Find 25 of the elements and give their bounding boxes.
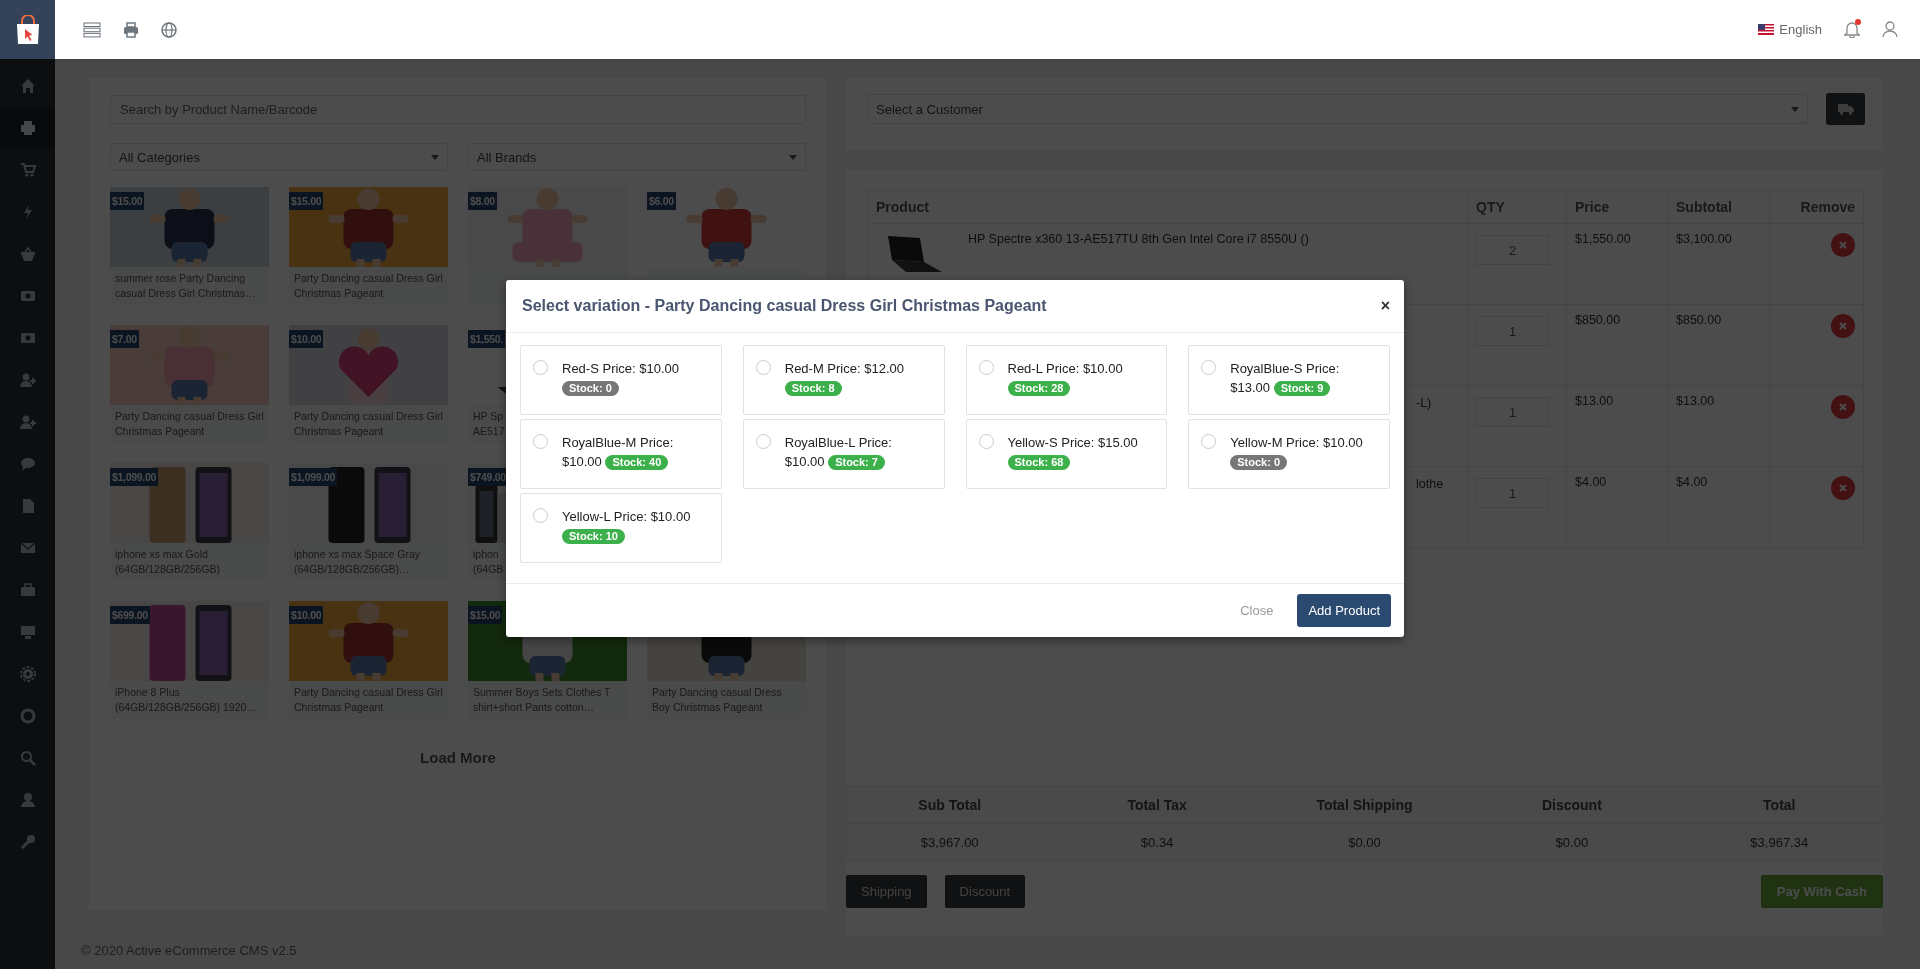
variation-label: Yellow-M Price: $10.00 Stock: 0 bbox=[1230, 434, 1364, 472]
variation-label: Yellow-S Price: $15.00 Stock: 68 bbox=[1007, 434, 1139, 472]
variation-label: Red-M Price: $12.00 Stock: 8 bbox=[784, 360, 905, 398]
variation-option[interactable]: Red-M Price: $12.00 Stock: 8 bbox=[742, 345, 945, 415]
variation-label: Red-L Price: $10.00 Stock: 28 bbox=[1007, 360, 1124, 398]
variation-option[interactable]: Yellow-L Price: $10.00 Stock: 10 bbox=[520, 493, 722, 563]
variation-label: Yellow-L Price: $10.00 Stock: 10 bbox=[562, 508, 692, 546]
variation-option[interactable]: RoyalBlue-S Price: $13.00 Stock: 9 bbox=[1188, 345, 1390, 415]
variation-label: RoyalBlue-L Price: $10.00 Stock: 7 bbox=[784, 434, 893, 472]
variation-option[interactable]: Yellow-M Price: $10.00 Stock: 0 bbox=[1188, 419, 1390, 489]
dialog-title: Select variation - Party Dancing casual Dress Girl Christmas Pageant bbox=[522, 297, 1047, 315]
close-button[interactable]: × bbox=[1380, 297, 1390, 315]
variation-option[interactable]: Red-S Price: $10.00 Stock: 0 bbox=[520, 345, 722, 415]
add-product-button[interactable]: Add Product bbox=[1297, 594, 1391, 627]
variation-label: Red-S Price: $10.00 Stock: 0 bbox=[562, 360, 681, 398]
product-name: lothe bbox=[1415, 477, 1445, 491]
product-name: -L) bbox=[1415, 396, 1433, 410]
variation-option[interactable]: RoyalBlue-L Price: $10.00 Stock: 7 bbox=[742, 419, 945, 489]
variation-label: RoyalBlue-S Price: $13.00 Stock: 9 bbox=[1230, 360, 1341, 398]
variation-option[interactable]: Red-L Price: $10.00 Stock: 28 bbox=[965, 345, 1168, 415]
variation-option[interactable]: RoyalBlue-M Price: $10.00 Stock: 40 bbox=[520, 419, 722, 489]
variation-label: RoyalBlue-M Price: $10.00 Stock: 40 bbox=[562, 434, 675, 472]
language-selector[interactable]: English bbox=[1779, 22, 1822, 37]
variation-option[interactable]: Yellow-S Price: $15.00 Stock: 68 bbox=[965, 419, 1168, 489]
product-name: HP Spectre x360 13-AE517TU 8th Gen Intel Core i7 8550U () bbox=[968, 232, 1309, 248]
